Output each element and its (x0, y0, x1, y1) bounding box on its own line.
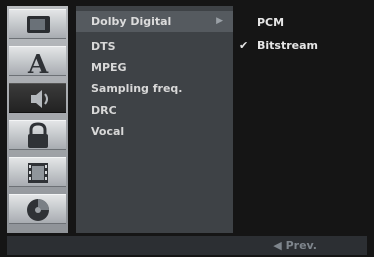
dvd-setup-screen: A Dolby Digital ▶ DTS MPEG Sampling freq… (0, 0, 374, 257)
sidebar-item-disc[interactable] (9, 194, 66, 224)
sidebar-item-audio[interactable] (9, 83, 66, 113)
sidebar-item-language[interactable]: A (9, 46, 66, 77)
menu-item-mpeg[interactable]: MPEG (76, 57, 233, 78)
sidebar-item-lock[interactable] (9, 120, 66, 150)
sidebar-item-others[interactable] (9, 157, 66, 187)
option-label: PCM (257, 16, 285, 29)
menu-item-vocal[interactable]: Vocal (76, 121, 233, 142)
checkmark-icon: ✔ (239, 39, 249, 52)
menu-item-label: Sampling freq. (91, 82, 183, 95)
menu-item-label: MPEG (91, 61, 127, 74)
dolby-digital-options: PCM ✔ Bitstream (234, 6, 367, 233)
option-label: Bitstream (257, 39, 318, 52)
option-pcm[interactable]: PCM (234, 12, 367, 34)
language-icon: A (27, 50, 49, 77)
lock-icon (28, 122, 48, 148)
sidebar-item-display[interactable] (9, 9, 66, 39)
prev-button[interactable]: ◀ Prev. (273, 236, 317, 255)
display-icon (27, 16, 50, 33)
audio-settings-menu: Dolby Digital ▶ DTS MPEG Sampling freq. … (76, 6, 233, 233)
menu-item-label: Vocal (91, 125, 125, 138)
film-icon (28, 163, 48, 183)
menu-item-sampling-freq[interactable]: Sampling freq. (76, 78, 233, 99)
svg-text:A: A (27, 50, 49, 77)
audio-icon (31, 90, 48, 108)
menu-item-drc[interactable]: DRC (76, 100, 233, 121)
menu-item-dolby-digital[interactable]: Dolby Digital ▶ (76, 11, 233, 32)
menu-item-dts[interactable]: DTS (76, 36, 233, 57)
disc-icon (27, 199, 49, 221)
submenu-arrow-icon: ▶ (216, 16, 223, 26)
menu-item-label: DRC (91, 104, 117, 117)
option-bitstream[interactable]: ✔ Bitstream (234, 35, 367, 57)
menu-item-label: Dolby Digital (91, 15, 172, 28)
menu-item-label: DTS (91, 40, 116, 53)
category-sidebar: A (7, 6, 68, 233)
footer-bar: ◀ Prev. (7, 236, 367, 255)
